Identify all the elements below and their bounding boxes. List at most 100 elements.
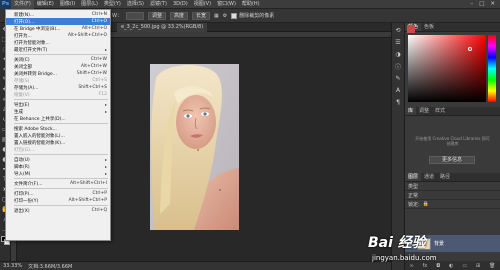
file-menu-item-label: 存储(S) bbox=[14, 78, 30, 84]
current-color-swatch[interactable] bbox=[407, 25, 415, 33]
menu-item[interactable]: 窗口(W) bbox=[214, 0, 239, 9]
blend-mode-row: 正常 bbox=[405, 191, 500, 200]
menu-item[interactable]: 选择(S) bbox=[124, 0, 147, 9]
menu-item[interactable]: 文件(F) bbox=[11, 0, 34, 9]
width-field[interactable] bbox=[125, 11, 144, 20]
file-menu-item[interactable]: 打印一份(Y) Alt+Shift+Ctrl+P bbox=[6, 197, 110, 204]
file-menu-item[interactable]: 生成 ▸ bbox=[6, 108, 110, 115]
document-tab[interactable]: e_3_2c_500.jpg @ 33.2%(RGB/8) bbox=[117, 23, 208, 32]
menu-item[interactable]: 图像(I) bbox=[57, 0, 78, 9]
submenu-arrow-icon: ▸ bbox=[104, 157, 107, 162]
window-controls: – □ ✕ bbox=[470, 1, 500, 7]
canvas-photo[interactable] bbox=[150, 64, 239, 230]
submenu-arrow-icon: ▸ bbox=[104, 171, 107, 176]
menu-item[interactable]: 图层(L) bbox=[78, 0, 101, 9]
gear-icon[interactable]: ⚙ bbox=[223, 13, 227, 19]
brush-panel-icon[interactable]: ✎ bbox=[394, 74, 402, 82]
file-menu: 新建(N)... Ctrl+N 打开(O)... Ctrl+O 在 Bridge 中浏览… bbox=[5, 9, 111, 241]
blend-mode-select[interactable]: 正常 bbox=[408, 192, 418, 199]
tab-swatches[interactable]: 色板 bbox=[421, 23, 437, 31]
character-icon[interactable]: A bbox=[394, 86, 402, 94]
menu-separator bbox=[14, 188, 108, 189]
menu-item[interactable]: 3D(D) bbox=[170, 0, 191, 9]
lock-icon[interactable]: 🔒 bbox=[423, 201, 429, 207]
menu-item[interactable]: 类型(Y) bbox=[101, 0, 124, 9]
file-menu-item-label: 打印一份(Y) bbox=[14, 198, 39, 204]
file-menu-item[interactable]: 文件简介(F)... Alt+Shift+Ctrl+I bbox=[6, 180, 110, 187]
file-menu-item[interactable]: 关闭全部 Alt+Ctrl+W bbox=[6, 63, 110, 70]
file-menu-item[interactable]: 最近打开文件(T) ▸ bbox=[6, 46, 110, 53]
maximize-icon[interactable]: □ bbox=[479, 1, 484, 7]
file-menu-item[interactable]: 打印(P)... Ctrl+P bbox=[6, 190, 110, 197]
color-panel-tabs: 颜色 色板 bbox=[405, 23, 500, 32]
filter-kind[interactable]: 类型 bbox=[408, 183, 418, 190]
file-menu-item[interactable]: 打开为智能对象... bbox=[6, 39, 110, 46]
library-more-button[interactable]: 更多信息 bbox=[429, 156, 475, 164]
menu-separator bbox=[14, 54, 108, 55]
menu-separator bbox=[14, 99, 108, 100]
file-menu-item[interactable]: 打开(O)... Ctrl+O bbox=[6, 18, 110, 25]
menu-item[interactable]: 滤镜(T) bbox=[147, 0, 170, 9]
file-menu-item[interactable]: 置入嵌入的智能对象(L)... bbox=[6, 132, 110, 139]
zoom-level[interactable]: 33.33% bbox=[3, 263, 22, 269]
submenu-arrow-icon: ▸ bbox=[104, 164, 107, 169]
file-menu-item-shortcut: Ctrl+N bbox=[91, 12, 107, 17]
grid-icon[interactable]: ▦ bbox=[214, 13, 219, 19]
file-menu-item[interactable]: 退出(X) Ctrl+Q bbox=[6, 207, 110, 214]
tab-channels[interactable]: 通道 bbox=[421, 173, 437, 181]
file-menu-item-shortcut: Ctrl+P bbox=[92, 191, 108, 196]
color-picker-field[interactable] bbox=[408, 35, 486, 102]
close-icon[interactable]: ✕ bbox=[490, 1, 495, 7]
file-menu-item-shortcut: Alt+Shift+Ctrl+O bbox=[67, 33, 107, 38]
file-menu-item-label: 在 Bridge 中浏览(B)... bbox=[14, 26, 61, 32]
minimize-icon[interactable]: – bbox=[470, 1, 473, 7]
ratio-button[interactable]: 长宽 bbox=[191, 11, 210, 20]
file-menu-item-shortcut: Ctrl+Q bbox=[91, 208, 107, 213]
delete-crop-checkbox[interactable] bbox=[231, 12, 238, 19]
properties-icon[interactable]: ☰ bbox=[394, 38, 402, 46]
hue-slider[interactable] bbox=[488, 35, 496, 102]
tab-layers[interactable]: 图层 bbox=[405, 173, 422, 181]
menu-item[interactable]: 帮助(H) bbox=[239, 0, 263, 9]
file-menu-item[interactable]: 导入(M) ▸ bbox=[6, 170, 110, 177]
watermark-main: Bai 经验 bbox=[368, 235, 426, 251]
file-menu-item[interactable]: 存储为(A)... Shift+Ctrl+S bbox=[6, 84, 110, 91]
tab-styles[interactable]: 样式 bbox=[432, 107, 448, 115]
tab-adjustments[interactable]: 调整 bbox=[416, 107, 432, 115]
submenu-arrow-icon: ▸ bbox=[104, 109, 107, 114]
info-icon[interactable]: ⓘ bbox=[394, 62, 402, 71]
file-menu-item[interactable]: 关闭并转到 Bridge... Shift+Ctrl+W bbox=[6, 70, 110, 77]
file-menu-item-label: 新建(N)... bbox=[14, 12, 35, 18]
file-menu-item[interactable]: 导出(E) ▸ bbox=[6, 101, 110, 108]
value-gradient bbox=[408, 35, 486, 102]
transform-button[interactable]: 调整 bbox=[147, 11, 166, 20]
file-menu-item[interactable]: 在 Behance 上共享(D)... bbox=[6, 115, 110, 122]
app-logo: Ps bbox=[0, 0, 11, 9]
file-menu-item-label: 关闭全部 bbox=[14, 64, 32, 70]
file-menu-item-shortcut: Ctrl+W bbox=[90, 57, 107, 62]
file-menu-item-label: 自动(U) bbox=[14, 157, 30, 163]
file-menu-item[interactable]: 置入链接的智能对象(K)... bbox=[6, 139, 110, 146]
history-icon[interactable]: ⟲ bbox=[394, 26, 402, 34]
tab-paths[interactable]: 路径 bbox=[437, 173, 453, 181]
file-menu-item[interactable]: 在 Bridge 中浏览(B)... Alt+Ctrl+O bbox=[6, 25, 110, 32]
file-menu-item[interactable]: 搜索 Adobe Stock... bbox=[6, 125, 110, 132]
color-picker-handle[interactable] bbox=[468, 47, 472, 51]
file-menu-item[interactable]: 打开为... Alt+Shift+Ctrl+O bbox=[6, 32, 110, 39]
file-menu-item[interactable]: 脚本(R) ▸ bbox=[6, 163, 110, 170]
file-menu-item[interactable]: 关闭(C) Ctrl+W bbox=[6, 56, 110, 63]
height-button[interactable]: 高度 bbox=[169, 11, 188, 20]
file-menu-item-label: 文件简介(F)... bbox=[14, 181, 43, 187]
file-menu-item-label: 关闭(C) bbox=[14, 57, 30, 63]
watermark-sub: jingyan.baidu.com bbox=[372, 254, 437, 262]
tab-libraries[interactable]: 库 bbox=[405, 107, 417, 115]
lock-row: 锁定: 🔒 bbox=[405, 200, 500, 209]
paragraph-icon[interactable]: ¶ bbox=[394, 98, 402, 106]
file-menu-item[interactable]: 新建(N)... Ctrl+N bbox=[6, 11, 110, 18]
adjust-icon[interactable]: ◑ bbox=[394, 50, 402, 58]
file-menu-item-label: 置入嵌入的智能对象(L)... bbox=[14, 133, 65, 139]
menu-item[interactable]: 视图(V) bbox=[191, 0, 214, 9]
file-menu-item[interactable]: 自动(U) ▸ bbox=[6, 156, 110, 163]
menu-item[interactable]: 编辑(E) bbox=[34, 0, 57, 9]
file-menu-item-label: 打开为智能对象... bbox=[14, 40, 50, 46]
